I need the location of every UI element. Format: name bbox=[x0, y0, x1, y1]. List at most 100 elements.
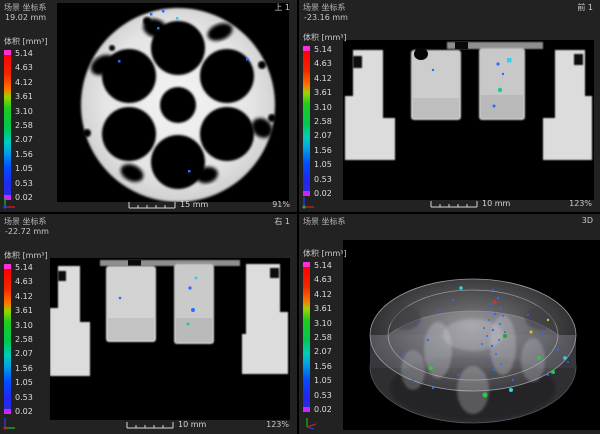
view-name-label: 右 1 bbox=[274, 216, 290, 227]
volume-colorbar[interactable]: 体积 [mm³] 5.14 4.63 4.12 3.61 3.10 2.58 2.07 1.5… bbox=[303, 248, 347, 414]
colorbar-tick: 1.05 bbox=[314, 377, 332, 385]
ruler-ticks-icon bbox=[430, 200, 478, 208]
colorbar-tick: 4.12 bbox=[15, 79, 33, 87]
colorbar-tick: 5.14 bbox=[314, 262, 332, 270]
colorbar-tick: 3.61 bbox=[15, 93, 33, 101]
top-slice-image bbox=[57, 3, 289, 202]
colorbar-tick: 0.02 bbox=[314, 406, 332, 414]
colorbar-tick: 5.14 bbox=[15, 50, 33, 58]
colorbar-ticks: 5.14 4.63 4.12 3.61 3.10 2.58 2.07 1.56 1.05 0.53… bbox=[314, 46, 332, 198]
viewport-top-slice[interactable]: 场景 坐标系 19.02 mm 上 1 体积 [mm³] 5.14 4.63 4.1… bbox=[0, 0, 297, 212]
render-3d-canvas[interactable] bbox=[343, 240, 600, 430]
scale-ruler: 15 mm bbox=[128, 201, 208, 209]
colorbar-tick: 0.02 bbox=[314, 190, 332, 198]
slice-position: -23.16 mm bbox=[304, 13, 348, 22]
colorbar-title: 体积 [mm³] bbox=[4, 250, 48, 261]
colorbar-tick: 3.61 bbox=[314, 89, 332, 97]
colorbar-tick: 2.58 bbox=[314, 118, 332, 126]
coordinate-system-label: 场景 坐标系 bbox=[303, 2, 346, 13]
axis-triad-icon bbox=[303, 416, 319, 430]
colorbar-tick: 2.58 bbox=[15, 122, 33, 130]
colorbar-tick: 1.05 bbox=[15, 165, 33, 173]
axis-triad-icon bbox=[3, 416, 17, 430]
colorbar-tick: 1.56 bbox=[314, 363, 332, 371]
colorbar-tick: 3.61 bbox=[15, 307, 33, 315]
volume-colorbar[interactable]: 体积 [mm³] 5.14 4.63 4.12 3.61 3.10 2.58 2.07 1.5… bbox=[4, 36, 48, 202]
ruler-ticks-icon bbox=[128, 201, 176, 209]
scale-ruler: 10 mm bbox=[126, 421, 206, 429]
colorbar-tick: 1.56 bbox=[15, 151, 33, 159]
colorbar-gradient[interactable] bbox=[303, 46, 310, 196]
colorbar-tick: 0.53 bbox=[15, 180, 33, 188]
volume-colorbar[interactable]: 体积 [mm³] 5.14 4.63 4.12 3.61 3.10 2.58 2.07 1.5… bbox=[303, 32, 347, 198]
top-slice-canvas[interactable] bbox=[57, 3, 289, 202]
colorbar-tick: 1.05 bbox=[15, 379, 33, 387]
colorbar-tick: 4.63 bbox=[15, 278, 33, 286]
colorbar-gradient[interactable] bbox=[4, 264, 11, 414]
colorbar-ticks: 5.14 4.63 4.12 3.61 3.10 2.58 2.07 1.56 1.05 0.53… bbox=[15, 50, 33, 202]
colorbar-ticks: 5.14 4.63 4.12 3.61 3.10 2.58 2.07 1.56 1.05 0.53… bbox=[314, 262, 332, 414]
colorbar-tick: 4.63 bbox=[314, 276, 332, 284]
viewport-3d[interactable]: 场景 坐标系 3D 体积 [mm³] 5.14 4.63 4.12 3.61 3.10 2… bbox=[299, 214, 600, 434]
colorbar-tick: 2.58 bbox=[15, 336, 33, 344]
front-slice-image bbox=[343, 40, 594, 200]
colorbar-tick: 3.10 bbox=[15, 108, 33, 116]
right-slice-image bbox=[50, 258, 290, 420]
colorbar-tick: 0.53 bbox=[314, 176, 332, 184]
colorbar-title: 体积 [mm³] bbox=[303, 32, 347, 43]
right-slice-canvas[interactable] bbox=[50, 258, 290, 420]
colorbar-tick: 2.07 bbox=[15, 136, 33, 144]
colorbar-tick: 5.14 bbox=[15, 264, 33, 272]
view-name-label: 3D bbox=[582, 216, 593, 225]
colorbar-gradient[interactable] bbox=[303, 262, 310, 412]
colorbar-tick: 0.02 bbox=[15, 194, 33, 202]
colorbar-tick: 0.53 bbox=[15, 394, 33, 402]
coordinate-system-label: 场景 坐标系 bbox=[4, 216, 47, 227]
colorbar-tick: 3.10 bbox=[314, 104, 332, 112]
colorbar-tick: 4.63 bbox=[15, 64, 33, 72]
colorbar-tick: 3.10 bbox=[314, 320, 332, 328]
axis-triad-icon bbox=[302, 195, 316, 209]
ct-analysis-window: 场景 坐标系 19.02 mm 上 1 体积 [mm³] 5.14 4.63 4.1… bbox=[0, 0, 600, 434]
colorbar-tick: 4.12 bbox=[314, 75, 332, 83]
colorbar-tick: 1.56 bbox=[15, 365, 33, 373]
colorbar-tick: 1.05 bbox=[314, 161, 332, 169]
colorbar-tick: 0.53 bbox=[314, 392, 332, 400]
colorbar-tick: 2.58 bbox=[314, 334, 332, 342]
colorbar-tick: 0.02 bbox=[15, 408, 33, 416]
colorbar-tick: 3.61 bbox=[314, 305, 332, 313]
viewport-front-slice[interactable]: 场景 坐标系 -23.16 mm 前 1 体积 [mm³] 5.14 4.63 4.… bbox=[299, 0, 600, 212]
slice-position: 19.02 mm bbox=[5, 13, 46, 22]
ruler-length-label: 10 mm bbox=[178, 421, 206, 429]
front-slice-canvas[interactable] bbox=[343, 40, 594, 200]
ruler-length-label: 15 mm bbox=[180, 201, 208, 209]
colorbar-tick: 2.07 bbox=[15, 350, 33, 358]
colorbar-ticks: 5.14 4.63 4.12 3.61 3.10 2.58 2.07 1.56 1.05 0.53… bbox=[15, 264, 33, 416]
colorbar-title: 体积 [mm³] bbox=[4, 36, 48, 47]
zoom-percentage: 91% bbox=[272, 200, 290, 209]
colorbar-tick: 2.07 bbox=[314, 348, 332, 356]
colorbar-gradient[interactable] bbox=[4, 50, 11, 200]
zoom-percentage: 123% bbox=[266, 420, 289, 429]
colorbar-tick: 4.63 bbox=[314, 60, 332, 68]
view-name-label: 前 1 bbox=[577, 2, 593, 13]
colorbar-tick: 1.56 bbox=[314, 147, 332, 155]
zoom-percentage: 123% bbox=[569, 199, 592, 208]
volume-colorbar[interactable]: 体积 [mm³] 5.14 4.63 4.12 3.61 3.10 2.58 2.07 1.5… bbox=[4, 250, 48, 416]
colorbar-tick: 5.14 bbox=[314, 46, 332, 54]
scale-ruler: 10 mm bbox=[430, 200, 510, 208]
coordinate-system-label: 场景 坐标系 bbox=[4, 2, 47, 13]
colorbar-tick: 2.07 bbox=[314, 132, 332, 140]
render-3d-image bbox=[343, 240, 600, 430]
colorbar-tick: 4.12 bbox=[314, 291, 332, 299]
colorbar-tick: 3.10 bbox=[15, 322, 33, 330]
slice-position: -22.72 mm bbox=[5, 227, 49, 236]
axis-triad-icon bbox=[3, 195, 17, 209]
colorbar-title: 体积 [mm³] bbox=[303, 248, 347, 259]
viewport-right-slice[interactable]: 场景 坐标系 -22.72 mm 右 1 体积 [mm³] 5.14 4.63 4.… bbox=[0, 214, 297, 434]
ruler-length-label: 10 mm bbox=[482, 200, 510, 208]
coordinate-system-label: 场景 坐标系 bbox=[303, 216, 346, 227]
view-name-label: 上 1 bbox=[274, 2, 290, 13]
ruler-ticks-icon bbox=[126, 421, 174, 429]
colorbar-tick: 4.12 bbox=[15, 293, 33, 301]
